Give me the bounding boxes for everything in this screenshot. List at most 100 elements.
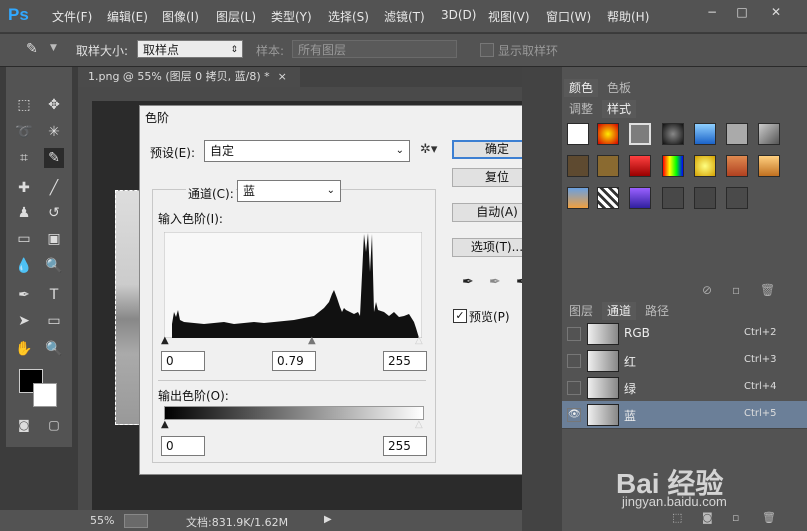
output-white-field[interactable]: 255 <box>383 436 427 456</box>
sample-select[interactable]: 所有图层 <box>292 40 457 58</box>
close-tab-icon[interactable]: × <box>278 70 287 83</box>
channel-row[interactable]: 红 Ctrl+3 <box>562 347 807 375</box>
eyedropper-icon[interactable]: ✎ <box>26 41 46 57</box>
visibility-eye-icon[interactable]: 👁 <box>567 408 581 422</box>
load-selection-icon[interactable]: ⬚ <box>672 511 682 524</box>
visibility-eye-icon[interactable] <box>567 327 581 341</box>
input-gamma-slider[interactable]: ▲ <box>308 335 316 346</box>
style-swatch[interactable] <box>726 155 748 177</box>
tab-color[interactable]: 颜色 <box>564 79 598 97</box>
delete-style-icon[interactable]: 🗑 <box>760 283 775 297</box>
screen-mode-icon[interactable]: ▢ <box>44 415 64 435</box>
gear-icon[interactable]: ✲▾ <box>420 142 437 157</box>
style-swatch[interactable] <box>597 187 619 209</box>
style-swatch[interactable] <box>629 187 651 209</box>
style-swatch[interactable] <box>758 123 780 145</box>
tab-channels[interactable]: 通道 <box>602 302 636 320</box>
tab-paths[interactable]: 路径 <box>640 302 674 320</box>
black-point-eyedropper-icon[interactable]: ✒ <box>462 274 474 290</box>
menu-item[interactable]: 帮助(H) <box>607 8 649 25</box>
style-swatch[interactable] <box>694 155 716 177</box>
style-swatch[interactable] <box>694 123 716 145</box>
style-swatch[interactable] <box>662 155 684 177</box>
menu-item[interactable]: 滤镜(T) <box>384 8 425 25</box>
input-gamma-field[interactable]: 0.79 <box>272 351 316 371</box>
input-black-slider[interactable]: ▲ <box>161 335 169 346</box>
quick-mask-icon[interactable]: ◙ <box>14 415 34 435</box>
play-arrow-icon[interactable]: ▶ <box>324 514 332 525</box>
menu-item[interactable]: 3D(D) <box>441 8 476 22</box>
delete-channel-icon[interactable]: 🗑 <box>762 511 776 524</box>
channel-row[interactable]: 👁 蓝 Ctrl+5 <box>562 401 807 429</box>
chevron-down-icon[interactable]: ▼ <box>50 43 57 53</box>
stamp-tool-icon[interactable]: ♟ <box>14 203 34 223</box>
style-none-swatch[interactable] <box>567 123 589 145</box>
clear-style-icon[interactable]: ⊘ <box>702 283 712 297</box>
style-swatch[interactable] <box>662 187 684 209</box>
channel-row[interactable]: RGB Ctrl+2 <box>562 320 807 348</box>
menu-item[interactable]: 文件(F) <box>52 8 92 25</box>
preset-select[interactable]: 自定 ⌄ <box>204 140 410 162</box>
document-tab[interactable]: 1.png @ 55% (图层 0 拷贝, 蓝/8) * × <box>78 67 300 87</box>
output-white-slider[interactable]: △ <box>415 419 423 430</box>
menu-item[interactable]: 编辑(E) <box>107 8 148 25</box>
gradient-tool-icon[interactable]: ▣ <box>44 229 64 249</box>
lasso-tool-icon[interactable]: ➰ <box>14 122 34 142</box>
input-white-field[interactable]: 255 <box>383 351 427 371</box>
hand-tool-icon[interactable]: ✋ <box>14 339 34 359</box>
gray-point-eyedropper-icon[interactable]: ✒ <box>489 274 501 290</box>
new-style-icon[interactable]: ▫ <box>732 283 740 297</box>
eraser-tool-icon[interactable]: ▭ <box>14 229 34 249</box>
channel-select[interactable]: 蓝 ⌄ <box>237 180 341 202</box>
magic-wand-icon[interactable]: ✳ <box>44 122 64 142</box>
tab-swatches[interactable]: 色板 <box>602 79 636 97</box>
history-brush-icon[interactable]: ↺ <box>44 203 64 223</box>
new-channel-icon[interactable]: ▫ <box>732 511 739 524</box>
style-swatch[interactable] <box>629 155 651 177</box>
visibility-eye-icon[interactable] <box>567 381 581 395</box>
restore-button[interactable]: □ <box>732 5 752 21</box>
menu-item[interactable]: 图像(I) <box>162 8 199 25</box>
style-swatch[interactable] <box>629 123 651 145</box>
visibility-eye-icon[interactable] <box>567 354 581 368</box>
brush-tool-icon[interactable]: ╱ <box>44 178 64 198</box>
sample-size-select[interactable]: 取样点 ⇕ <box>137 40 243 58</box>
menu-item[interactable]: 图层(L) <box>216 8 256 25</box>
eyedropper-tool-icon[interactable]: ✎ <box>44 148 64 168</box>
close-window-button[interactable]: ✕ <box>766 5 786 21</box>
tab-adjustments[interactable]: 调整 <box>564 100 598 118</box>
menu-item[interactable]: 视图(V) <box>488 8 530 25</box>
input-black-field[interactable]: 0 <box>161 351 205 371</box>
menu-item[interactable]: 类型(Y) <box>271 8 312 25</box>
move-tool-icon[interactable]: ✥ <box>44 95 64 115</box>
channel-row[interactable]: 绿 Ctrl+4 <box>562 374 807 402</box>
menu-item[interactable]: 窗口(W) <box>546 8 591 25</box>
save-selection-icon[interactable]: ◙ <box>702 511 713 524</box>
path-select-icon[interactable]: ➤ <box>14 311 34 331</box>
dodge-tool-icon[interactable]: 🔍 <box>44 256 64 276</box>
style-swatch[interactable] <box>567 155 589 177</box>
menu-item[interactable]: 选择(S) <box>328 8 369 25</box>
style-swatch[interactable] <box>597 155 619 177</box>
style-swatch[interactable] <box>726 123 748 145</box>
preview-checkbox[interactable]: ✓ <box>453 309 467 323</box>
tab-styles[interactable]: 样式 <box>602 100 636 118</box>
marquee-tool-icon[interactable]: ⬚ <box>14 95 34 115</box>
style-swatch[interactable] <box>726 187 748 209</box>
output-black-field[interactable]: 0 <box>161 436 205 456</box>
crop-tool-icon[interactable]: ⌗ <box>14 148 34 168</box>
zoom-tool-icon[interactable]: 🔍 <box>44 339 64 359</box>
output-black-slider[interactable]: ▲ <box>161 419 169 430</box>
zoom-level[interactable]: 55% <box>90 514 114 527</box>
input-white-slider[interactable]: △ <box>415 335 423 346</box>
style-swatch[interactable] <box>662 123 684 145</box>
pen-tool-icon[interactable]: ✒ <box>14 285 34 305</box>
background-color-swatch[interactable] <box>33 383 57 407</box>
shape-tool-icon[interactable]: ▭ <box>44 311 64 331</box>
status-menu-icon[interactable] <box>124 514 148 528</box>
show-ring-checkbox[interactable] <box>480 43 494 57</box>
style-swatch[interactable] <box>694 187 716 209</box>
style-swatch[interactable] <box>597 123 619 145</box>
type-tool-icon[interactable]: T <box>44 285 64 305</box>
healing-brush-icon[interactable]: ✚ <box>14 178 34 198</box>
